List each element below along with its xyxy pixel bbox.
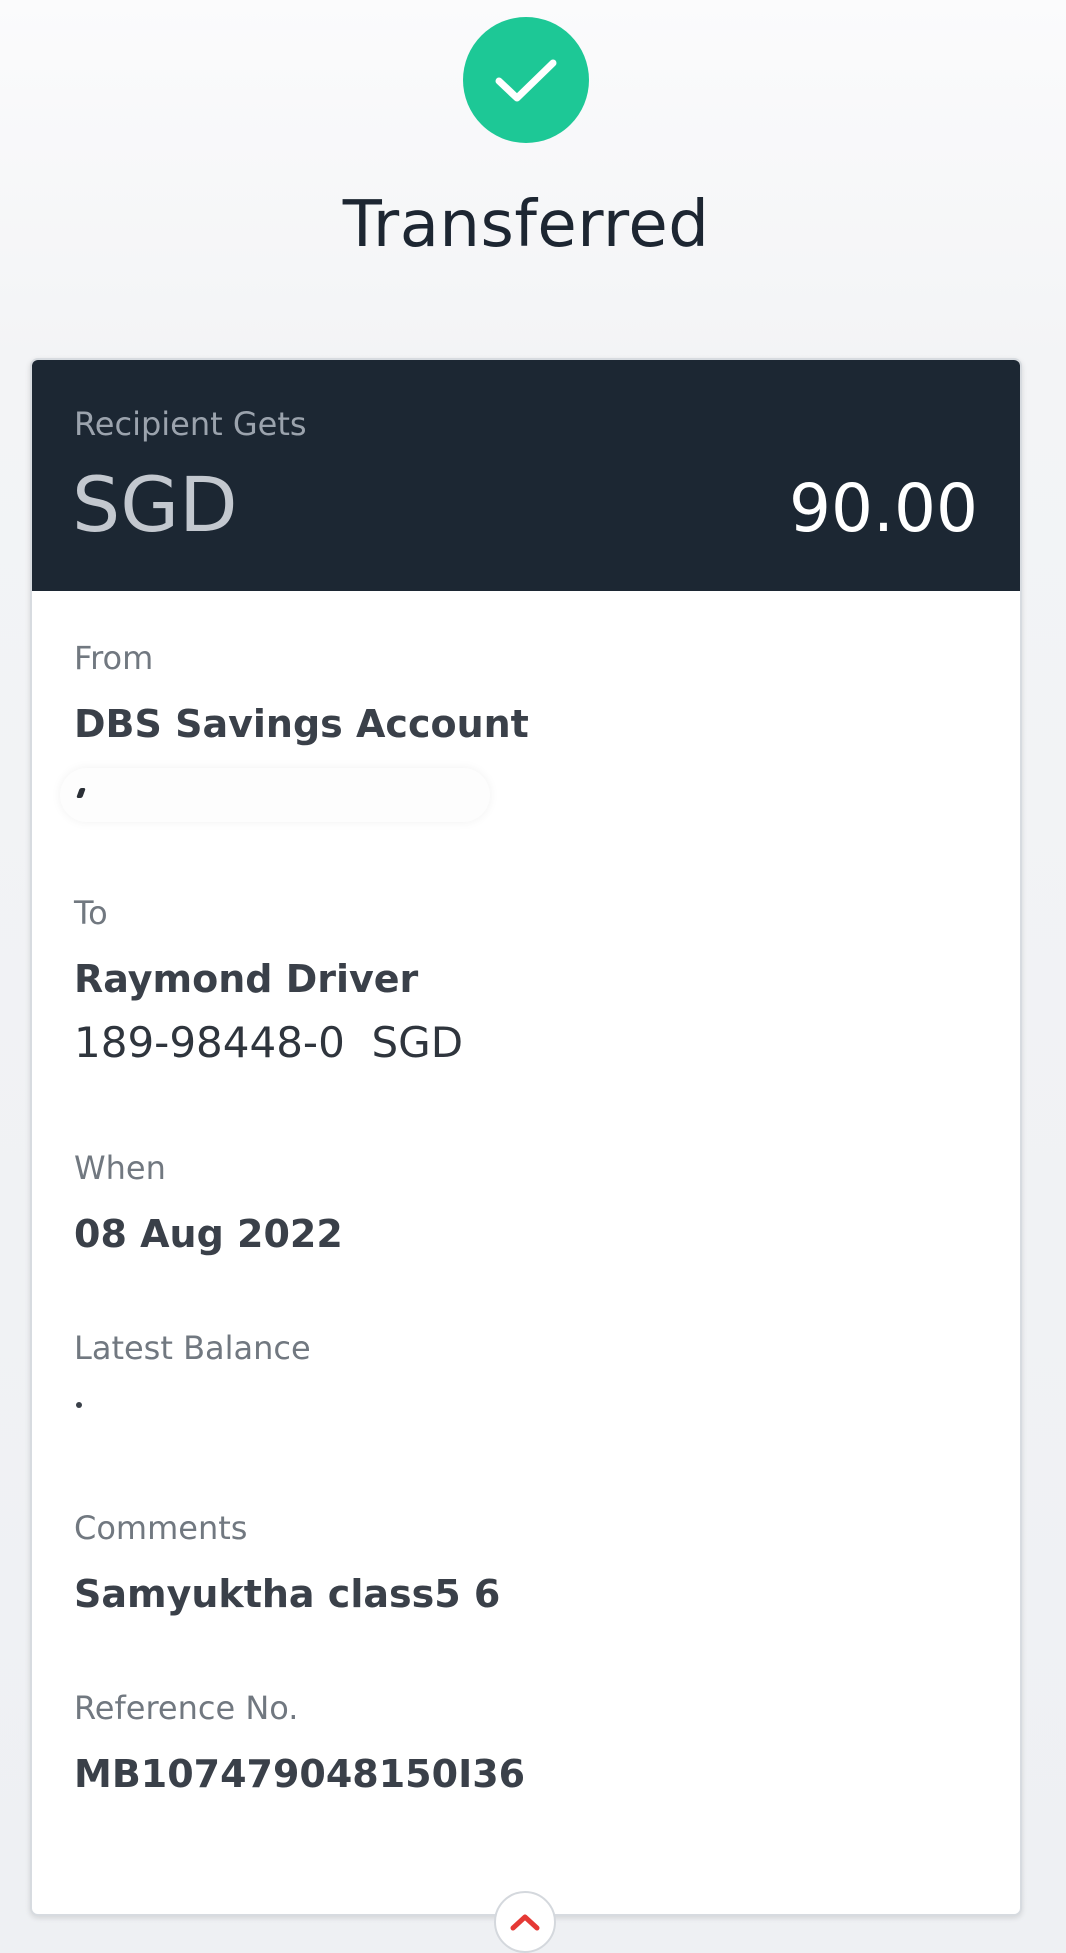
reference-section: Reference No. MB107479048150I36	[74, 1688, 974, 1798]
from-label: From	[74, 639, 154, 677]
comments-value: Samyuktha class5 6	[74, 1572, 501, 1616]
status-title: Transferred	[342, 188, 710, 262]
from-section: From DBS Savings Account	[60, 638, 974, 824]
latest-balance-label: Latest Balance	[74, 1329, 311, 1367]
transfer-date: 08 Aug 2022	[74, 1212, 343, 1256]
to-section: To Raymond Driver 189-98448-0 SGD	[74, 893, 974, 1069]
chevron-up-icon	[510, 1914, 540, 1931]
recipient-gets-label: Recipient Gets	[74, 405, 307, 443]
recipient-account: 189-98448-0 SGD	[74, 1018, 464, 1067]
reference-label: Reference No.	[74, 1689, 299, 1727]
recipient-name: Raymond Driver	[74, 957, 419, 1001]
recipient-header: Recipient Gets SGD 90.00	[32, 360, 1020, 591]
redacted-balance	[76, 1402, 82, 1408]
when-section: When 08 Aug 2022	[74, 1148, 974, 1258]
transfer-details-card: Recipient Gets SGD 90.00 From DBS Saving…	[30, 358, 1022, 1916]
to-label: To	[74, 894, 108, 932]
collapse-button[interactable]	[494, 1891, 556, 1953]
reference-number: MB107479048150I36	[74, 1752, 526, 1796]
success-check-icon	[463, 17, 589, 143]
recipient-currency: SGD	[72, 460, 238, 549]
comments-label: Comments	[74, 1509, 248, 1547]
redacted-account-number	[60, 764, 504, 824]
recipient-amount: 90.00	[789, 470, 978, 547]
balance-section: Latest Balance	[74, 1328, 974, 1408]
from-account-name: DBS Savings Account	[74, 702, 529, 746]
when-label: When	[74, 1149, 166, 1187]
comments-section: Comments Samyuktha class5 6	[74, 1508, 974, 1618]
